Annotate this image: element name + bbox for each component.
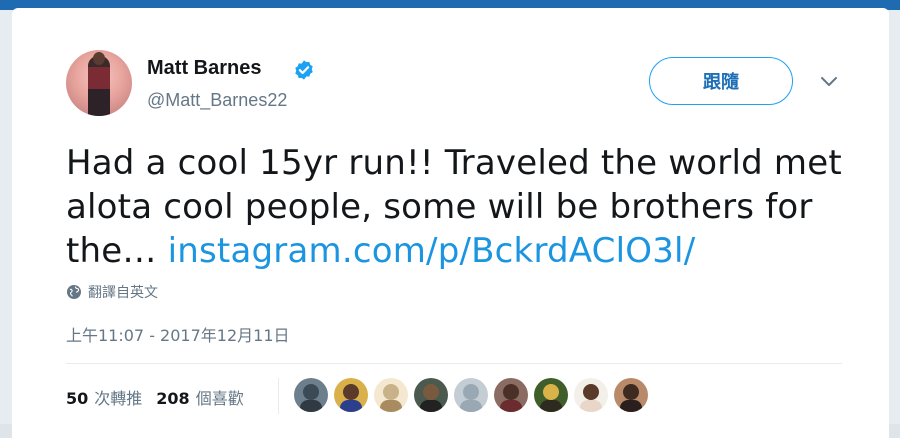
liker-avatar-head — [383, 384, 399, 400]
liker-avatars — [294, 378, 648, 412]
liker-avatar-head — [343, 384, 359, 400]
liker-avatar-head — [583, 384, 599, 400]
liker-avatar-head — [543, 384, 559, 400]
liker-avatar[interactable] — [614, 378, 648, 412]
liker-avatar[interactable] — [414, 378, 448, 412]
liker-avatar[interactable] — [534, 378, 568, 412]
globe-icon — [67, 285, 81, 299]
follow-button[interactable]: 跟隨 — [649, 57, 793, 105]
tweet-text: Had a cool 15yr run!! Traveled the world… — [66, 141, 856, 273]
liker-avatar[interactable] — [374, 378, 408, 412]
avatar-figure — [88, 56, 110, 116]
retweets-count: 50 — [66, 389, 89, 408]
liker-avatar-body — [420, 400, 442, 412]
author-avatar[interactable] — [66, 50, 132, 116]
liker-avatar[interactable] — [494, 378, 528, 412]
liker-avatar[interactable] — [294, 378, 328, 412]
likes-count: 208 — [156, 389, 190, 408]
retweets-stat[interactable]: 50 次轉推 — [66, 385, 142, 409]
liker-avatar-body — [580, 400, 602, 412]
liker-avatar-head — [423, 384, 439, 400]
translate-tweet[interactable]: 翻譯自英文 — [66, 282, 158, 302]
liker-avatar[interactable] — [454, 378, 488, 412]
translate-label: 翻譯自英文 — [88, 285, 158, 301]
liker-avatar[interactable] — [334, 378, 368, 412]
tweet-link[interactable]: instagram.com/p/BckrdAClO3l/ — [168, 231, 696, 271]
avatar-head — [93, 52, 105, 65]
liker-avatar-body — [340, 400, 362, 412]
likes-stat[interactable]: 208 個喜歡 — [156, 385, 243, 409]
tweet-timestamp[interactable]: 上午11:07 - 2017年12月11日 — [66, 322, 290, 346]
retweets-label: 次轉推 — [94, 389, 143, 408]
liker-avatar-head — [623, 384, 639, 400]
author-name[interactable]: Matt Barnes — [147, 57, 261, 80]
divider — [66, 363, 842, 364]
liker-avatar[interactable] — [574, 378, 608, 412]
liker-avatar-body — [380, 400, 402, 412]
page-backdrop-left — [0, 10, 12, 424]
author-handle[interactable]: @Matt_Barnes22 — [147, 90, 287, 111]
liker-avatar-body — [500, 400, 522, 412]
liker-avatar-body — [460, 400, 482, 412]
likes-label: 個喜歡 — [195, 389, 244, 408]
liker-avatar-body — [540, 400, 562, 412]
page-backdrop-right — [888, 10, 900, 424]
liker-avatar-head — [503, 384, 519, 400]
liker-avatar-head — [303, 384, 319, 400]
liker-avatar-head — [463, 384, 479, 400]
chevron-down-icon[interactable] — [819, 75, 839, 89]
liker-avatar-body — [300, 400, 322, 412]
verified-badge-icon — [295, 60, 313, 80]
engagement-stats: 50 次轉推 208 個喜歡 — [66, 385, 244, 409]
liker-avatar-body — [620, 400, 642, 412]
stats-separator — [278, 378, 279, 414]
